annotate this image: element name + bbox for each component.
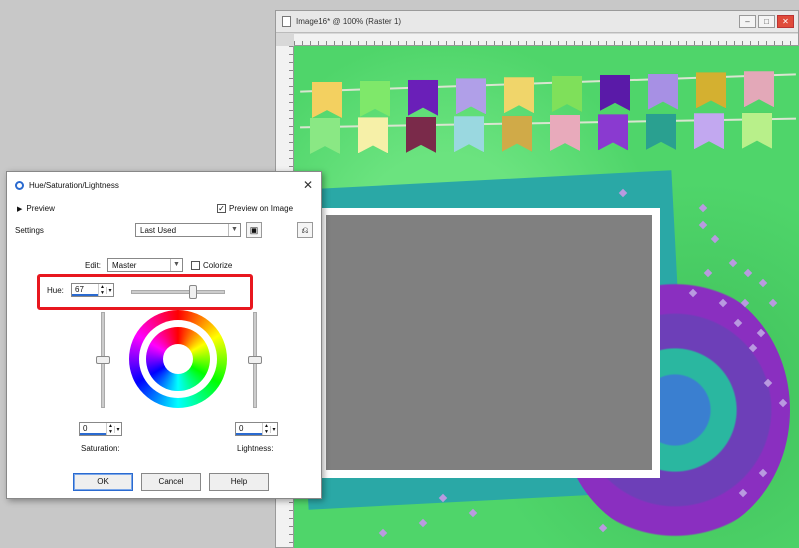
document-icon — [282, 16, 291, 27]
dialog-titlebar[interactable]: Hue/Saturation/Lightness — [7, 172, 321, 198]
preview-on-image-checkbox[interactable]: ✓ Preview on Image — [217, 204, 293, 213]
edit-channel-select[interactable]: Master ▼ — [107, 258, 183, 272]
settings-label-text: Settings — [15, 226, 44, 235]
reset-button[interactable]: ⎌ — [297, 222, 313, 238]
floppy-disk-icon: ▣ — [249, 224, 259, 235]
edit-channel-value: Master — [112, 260, 137, 270]
maximize-button[interactable]: □ — [758, 15, 775, 28]
settings-select[interactable]: Last Used ▼ — [135, 223, 241, 237]
reset-icon: ⎌ — [301, 224, 309, 235]
edit-label-text: Edit: — [85, 261, 102, 270]
colorize-checkbox[interactable]: Colorize — [191, 261, 232, 270]
spin-arrows-icon[interactable]: ▲ ▼ — [106, 423, 114, 435]
help-button[interactable]: Help — [209, 473, 269, 491]
chevron-down-icon[interactable]: ▾ — [114, 425, 121, 433]
saturation-spinbox[interactable]: 0 ▲ ▼ ▾ — [79, 422, 122, 436]
chevron-down-icon: ▼ — [170, 259, 182, 271]
triangle-right-icon: ▶ — [17, 205, 23, 213]
preview-toggle[interactable]: ▶ Preview — [17, 204, 55, 213]
close-dialog-button[interactable]: ✕ — [303, 178, 313, 192]
save-preset-button[interactable]: ▣ — [246, 222, 262, 238]
preview-on-image-label: Preview on Image — [229, 204, 294, 213]
image-window-title: Image16* @ 100% (Raster 1) — [296, 17, 402, 26]
horizontal-ruler — [294, 34, 798, 46]
minimize-button[interactable]: – — [739, 15, 756, 28]
ok-button[interactable]: OK — [73, 473, 133, 491]
photo-placeholder — [326, 215, 652, 470]
close-window-button[interactable]: ✕ — [777, 15, 794, 28]
lightness-label-text: Lightness: — [237, 444, 274, 453]
saturation-slider-thumb[interactable] — [96, 356, 110, 364]
saturation-label: Saturation: — [81, 444, 120, 453]
preview-toggle-label: Preview — [26, 204, 55, 213]
chevron-down-icon: ▼ — [228, 224, 240, 236]
cancel-button[interactable]: Cancel — [141, 473, 201, 491]
settings-label: Settings — [15, 226, 44, 235]
window-controls: – □ ✕ — [739, 15, 794, 28]
colorize-label: Colorize — [203, 261, 233, 270]
image-window-titlebar[interactable]: Image16* @ 100% (Raster 1) — [276, 11, 798, 33]
lightness-value-input[interactable]: 0 — [236, 423, 262, 435]
checkmark-icon: ✓ — [217, 203, 226, 213]
paintshop-icon — [15, 180, 24, 190]
lightness-spinbox[interactable]: 0 ▲ ▼ ▾ — [235, 422, 278, 436]
spin-arrows-icon[interactable]: ▲ ▼ — [262, 423, 270, 435]
lightness-label: Lightness: — [237, 444, 273, 453]
colorize-checkbox-box — [191, 261, 200, 270]
saturation-label-text: Saturation: — [81, 444, 120, 453]
saturation-value-input[interactable]: 0 — [80, 423, 106, 435]
edit-label: Edit: — [85, 261, 101, 270]
hue-highlight-box — [37, 274, 253, 310]
hue-saturation-lightness-dialog: Hue/Saturation/Lightness ✕ ▶ Preview ✓ P… — [6, 171, 322, 499]
settings-select-value: Last Used — [140, 225, 177, 235]
chevron-down-icon[interactable]: ▾ — [270, 425, 277, 433]
dialog-title: Hue/Saturation/Lightness — [29, 180, 119, 190]
color-wheel[interactable] — [129, 310, 227, 408]
color-wheel-center — [163, 344, 193, 374]
lightness-slider-thumb[interactable] — [248, 356, 262, 364]
